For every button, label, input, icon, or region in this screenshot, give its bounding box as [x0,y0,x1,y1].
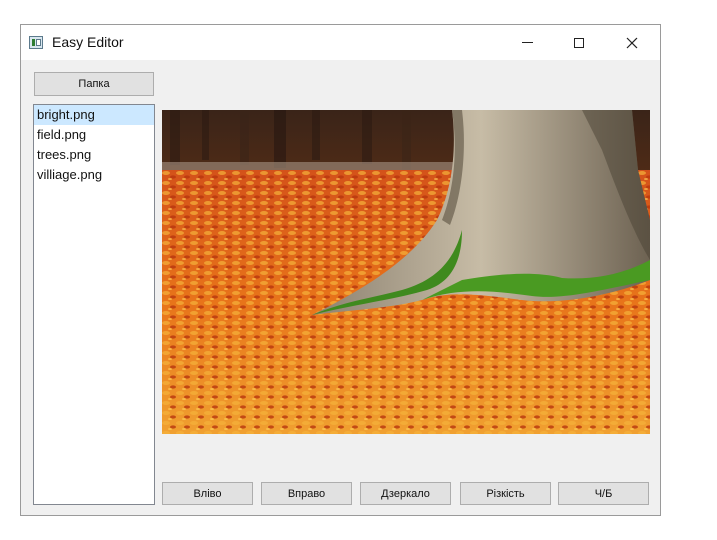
sharpness-button[interactable]: Різкість [460,482,551,505]
file-item-bright[interactable]: bright.png [34,105,154,125]
folder-button[interactable]: Папка [34,72,154,96]
app-window: Easy Editor Папка bright.png field.png t… [20,24,661,516]
file-item-trees[interactable]: trees.png [34,145,154,165]
file-item-field[interactable]: field.png [34,125,154,145]
close-button[interactable] [609,25,655,60]
image-preview [162,110,650,434]
client-area: Папка bright.png field.png trees.png vil… [21,60,660,515]
maximize-button[interactable] [556,25,602,60]
black-white-button[interactable]: Ч/Б [558,482,649,505]
file-item-villiage[interactable]: villiage.png [34,165,154,185]
minimize-button[interactable] [504,25,550,60]
rotate-left-button[interactable]: Вліво [162,482,253,505]
mirror-button[interactable]: Дзеркало [360,482,451,505]
maximize-icon [574,37,584,48]
minimize-icon [521,42,533,43]
autumn-tree-image [162,110,650,434]
app-window-icon [29,36,43,49]
close-icon [626,37,638,48]
window-title: Easy Editor [52,34,124,50]
file-list[interactable]: bright.png field.png trees.png villiage.… [33,104,155,505]
rotate-right-button[interactable]: Вправо [261,482,352,505]
title-bar[interactable]: Easy Editor [21,25,660,60]
